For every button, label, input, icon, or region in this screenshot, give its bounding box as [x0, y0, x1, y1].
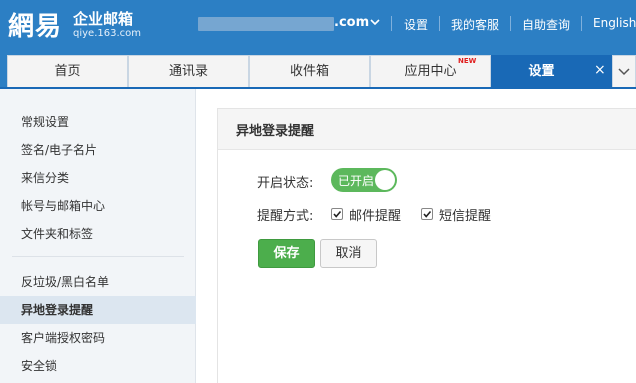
- brand-domain: qiye.163.com: [73, 28, 141, 39]
- email-alert-label[interactable]: 邮件提醒: [349, 205, 401, 224]
- tab-home[interactable]: 首页: [7, 55, 128, 88]
- nav-separator: [439, 16, 440, 31]
- tab-contacts[interactable]: 通讯录: [128, 55, 249, 88]
- page-title: 异地登录提醒: [236, 124, 315, 139]
- account-domain[interactable]: .com: [334, 15, 369, 30]
- close-icon[interactable]: ×: [594, 63, 606, 77]
- nav-separator: [581, 16, 582, 31]
- checkmark-icon: [423, 210, 432, 218]
- account-email-redacted[interactable]: [198, 17, 334, 31]
- nav-english-link[interactable]: English: [593, 16, 636, 30]
- method-label: 提醒方式:: [257, 209, 314, 224]
- nav-settings-link[interactable]: 设置: [404, 16, 428, 33]
- cancel-button[interactable]: 取消: [320, 239, 377, 268]
- save-button[interactable]: 保存: [258, 239, 315, 268]
- sidebar-item-signature[interactable]: 签名/电子名片: [0, 136, 196, 164]
- chevron-down-icon: [618, 68, 630, 76]
- toggle-state-text: 已开启: [338, 174, 375, 188]
- brand-name: 企业邮箱: [73, 10, 134, 28]
- chevron-down-icon[interactable]: [370, 17, 380, 27]
- sidebar-item-client-password[interactable]: 客户端授权密码: [0, 324, 196, 352]
- sms-alert-checkbox[interactable]: [421, 208, 433, 220]
- netease-logo[interactable]: 網易: [8, 6, 62, 43]
- nav-separator: [510, 16, 511, 31]
- sms-alert-label[interactable]: 短信提醒: [439, 205, 491, 224]
- tab-more[interactable]: [612, 55, 636, 88]
- sidebar-item-antispam[interactable]: 反垃圾/黑白名单: [0, 268, 196, 296]
- toggle-knob[interactable]: [375, 170, 395, 190]
- status-label: 开启状态:: [257, 176, 314, 191]
- nav-self-service-link[interactable]: 自助查询: [522, 16, 570, 33]
- sidebar-item-security-lock[interactable]: 安全锁: [0, 352, 196, 380]
- new-badge: NEW: [458, 57, 477, 65]
- tab-inbox[interactable]: 收件箱: [249, 55, 370, 88]
- nav-separator: [391, 16, 392, 31]
- nav-support-link[interactable]: 我的客服: [451, 16, 499, 33]
- sidebar-item-account-center[interactable]: 帐号与邮箱中心: [0, 192, 196, 220]
- sidebar-item-general[interactable]: 常规设置: [0, 108, 196, 136]
- checkmark-icon: [333, 210, 342, 218]
- sidebar-divider: [12, 256, 184, 257]
- sidebar-item-folders-tags[interactable]: 文件夹和标签: [0, 220, 196, 248]
- sidebar-item-login-alert[interactable]: 异地登录提醒: [0, 296, 196, 324]
- email-alert-checkbox[interactable]: [331, 208, 343, 220]
- sidebar-item-mail-filter[interactable]: 来信分类: [0, 164, 196, 192]
